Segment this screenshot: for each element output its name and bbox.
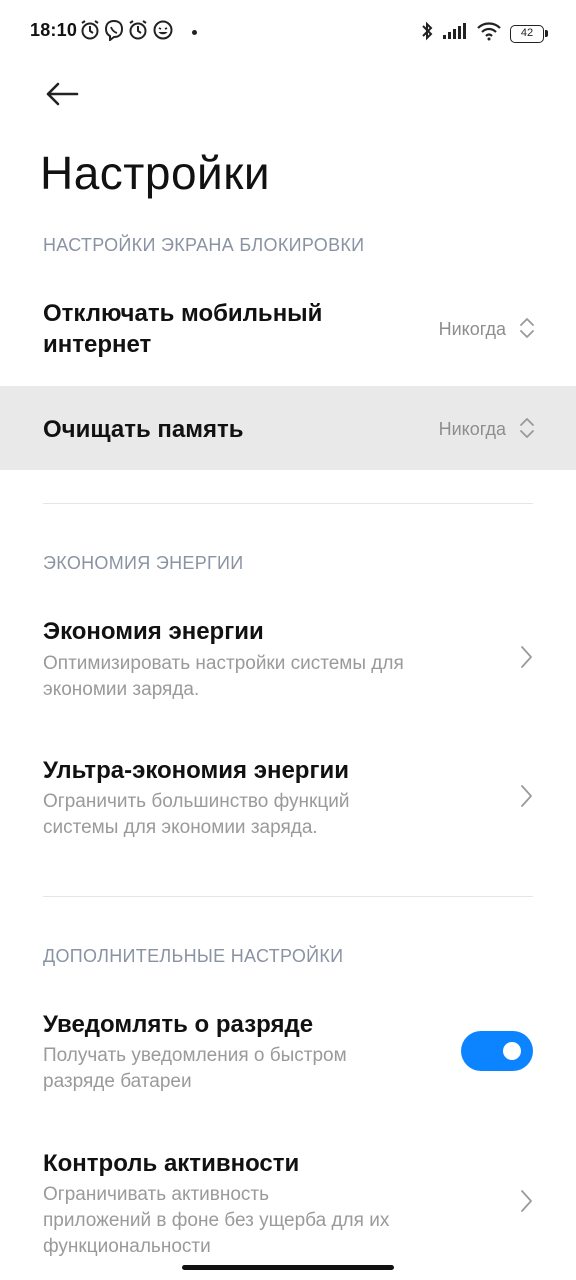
ultra-battery-saver-title: Ультра-экономия энергии	[43, 757, 349, 784]
page-title: Настройки	[40, 147, 271, 199]
signal-icon	[442, 21, 468, 46]
notify-drain-toggle[interactable]	[461, 1031, 533, 1071]
arrow-left-icon	[46, 82, 79, 106]
home-indicator[interactable]	[182, 1265, 394, 1270]
battery-saver-row[interactable]: Экономия энергии Оптимизировать настройк…	[0, 605, 576, 715]
clear-memory-title: Очищать память	[43, 416, 244, 443]
section-header-advanced: ДОПОЛНИТЕЛЬНЫЕ НАСТРОЙКИ	[43, 946, 344, 966]
activity-control-description: Ограничивать активность приложений в фон…	[43, 1184, 390, 1257]
status-bar: 18:10 42	[0, 0, 576, 64]
status-time: 18:10	[30, 20, 78, 40]
updown-chevron-icon	[520, 418, 534, 438]
chevron-right-icon	[521, 785, 532, 807]
system-icons: 42	[420, 20, 548, 47]
clear-memory-row[interactable]: Очищать память Никогда	[0, 386, 576, 470]
disable-mobile-data-title: Отключать мобильный интернет	[43, 300, 323, 358]
disable-mobile-data-value: Никогда	[438, 319, 506, 339]
disable-mobile-data-row[interactable]: Отключать мобильный интернет Никогда	[0, 286, 576, 382]
viber-icon	[104, 19, 124, 41]
activity-control-title: Контроль активности	[43, 1150, 300, 1177]
chevron-right-icon	[521, 646, 532, 668]
chevron-right-icon	[521, 1190, 532, 1212]
updown-chevron-icon	[520, 318, 534, 338]
notification-icons	[80, 19, 174, 41]
battery-saver-title: Экономия энергии	[43, 618, 264, 645]
battery-saver-description: Оптимизировать настройки системы для эко…	[43, 653, 404, 700]
activity-control-row[interactable]: Контроль активности Ограничивать активно…	[0, 1140, 576, 1265]
alarm-icon	[128, 19, 148, 41]
ultra-battery-saver-row[interactable]: Ультра-экономия энергии Ограничить больш…	[0, 745, 576, 855]
wifi-icon	[476, 21, 502, 46]
clear-memory-value: Никогда	[438, 419, 506, 439]
bluetooth-icon	[420, 20, 434, 47]
divider	[43, 503, 533, 504]
back-button[interactable]	[40, 74, 84, 114]
battery-icon: 42	[510, 24, 548, 43]
more-notifications-dot	[192, 30, 197, 35]
ultra-battery-saver-description: Ограничить большинство функций системы д…	[43, 791, 350, 838]
toggle-knob	[503, 1042, 521, 1060]
divider	[43, 896, 533, 897]
notify-drain-description: Получать уведомления о быстром разряде б…	[43, 1045, 347, 1092]
alarm-icon	[80, 19, 100, 41]
section-header-battery-saver: ЭКОНОМИЯ ЭНЕРГИИ	[43, 553, 244, 573]
emoji-icon	[152, 19, 174, 41]
notify-drain-title: Уведомлять о разряде	[43, 1011, 314, 1038]
section-header-lock-screen: НАСТРОЙКИ ЭКРАНА БЛОКИРОВКИ	[43, 235, 365, 255]
